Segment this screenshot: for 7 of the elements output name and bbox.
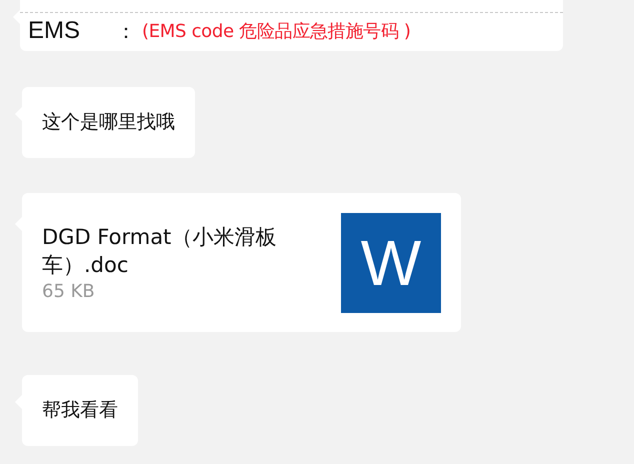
document-icon: W xyxy=(341,212,441,312)
file-name: DGD Format（小米滑板车）.doc xyxy=(42,224,278,279)
document-note: (EMS code 危险品应急措施号码 ) xyxy=(142,20,411,43)
file-size: 65 KB xyxy=(42,281,96,302)
document-separator: ： xyxy=(116,18,136,44)
document-label: EMS xyxy=(28,17,82,45)
file-bubble[interactable]: DGD Format（小米滑板车）.doc 65 KB W xyxy=(22,193,461,332)
